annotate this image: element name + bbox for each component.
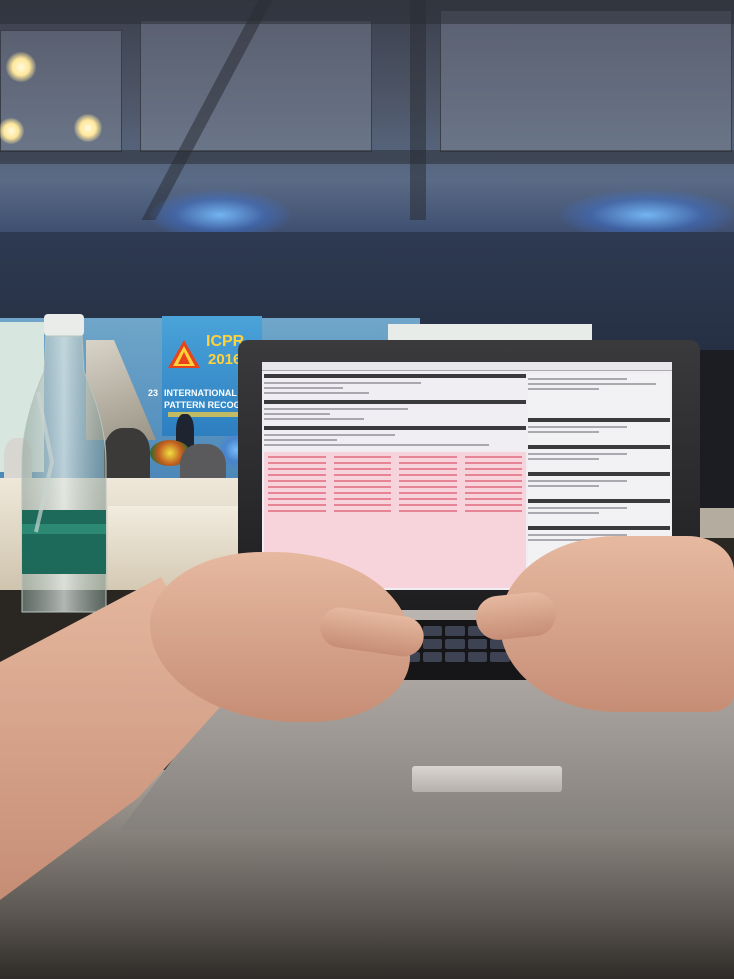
banner-edition-number: 23 (148, 388, 159, 398)
laptop-notch (412, 766, 562, 792)
ceiling-beam (0, 0, 734, 24)
ceiling-panel (440, 10, 732, 152)
ceiling-light (6, 52, 36, 82)
table (700, 508, 734, 538)
menu-bar (262, 362, 672, 371)
ceiling-beam (0, 150, 734, 164)
ceiling-beam (410, 0, 426, 220)
ceiling (0, 0, 734, 240)
banner-year: 2016 (208, 351, 242, 368)
ceiling-panel (140, 20, 372, 152)
ceiling-light (74, 114, 102, 142)
photo-scene: ICPR 2016 23 INTERNATIONAL CONFE PATTERN… (0, 0, 734, 979)
water-bottle (21, 314, 107, 613)
terminal-pane (264, 374, 526, 450)
icpr-pyramid-logo (168, 340, 200, 368)
